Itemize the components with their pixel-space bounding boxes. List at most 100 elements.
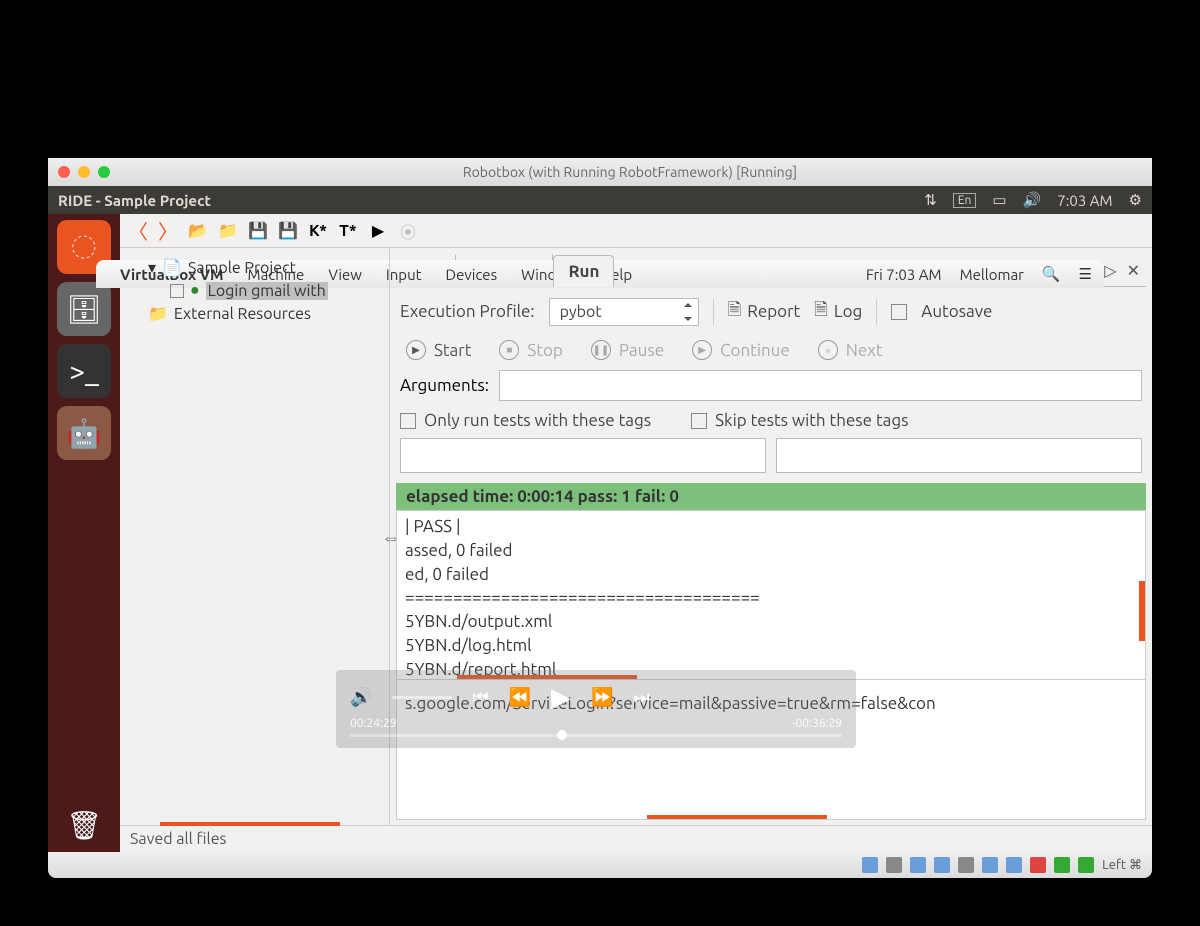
trash-icon[interactable]: 🗑 <box>57 798 111 852</box>
seek-bar[interactable] <box>350 734 842 737</box>
vm-status-bar: Left ⌘ <box>48 852 1152 878</box>
autosave-checkbox[interactable] <box>891 304 907 320</box>
tree-project-row[interactable]: ▾ 📄 Sample Project <box>128 256 381 279</box>
system-gear-icon[interactable]: ⚙ <box>1129 191 1142 209</box>
ubuntu-clock[interactable]: 7:03 AM <box>1057 192 1112 209</box>
only-tags-option[interactable]: Only run tests with these tags <box>400 411 651 430</box>
tree-testcase-row[interactable]: ● Login gmail with <box>128 279 381 302</box>
spotlight-icon[interactable]: 🔍 <box>1042 265 1061 283</box>
tab-next-icon[interactable]: ▷ <box>1104 261 1116 280</box>
skip-tags-option[interactable]: Skip tests with these tags <box>691 411 908 430</box>
vm-network-icon[interactable] <box>934 857 950 873</box>
skip-tags-input[interactable] <box>776 438 1142 473</box>
pause-button[interactable]: ❚❚Pause <box>591 340 664 360</box>
arguments-input[interactable] <box>499 370 1142 401</box>
prev-icon[interactable]: ⏮ <box>472 687 488 708</box>
volume-slider[interactable] <box>392 696 452 699</box>
vm-mouse-icon[interactable] <box>1054 857 1070 873</box>
mac-clock[interactable]: Fri 7:03 AM <box>866 266 942 283</box>
testcase-checkbox[interactable] <box>170 284 184 298</box>
open-folder-icon[interactable]: 📁 <box>218 221 238 241</box>
app-window-title: RIDE - Sample Project <box>58 192 908 209</box>
ride-statusbar: Saved all files <box>120 825 1152 852</box>
scrollbar-horizontal[interactable] <box>647 815 827 819</box>
keyboard-layout[interactable]: En <box>953 193 977 208</box>
console-line: assed, 0 failed <box>405 539 1137 563</box>
forward-icon[interactable]: ⏩ <box>591 687 613 708</box>
tab-close-icon[interactable]: ✕ <box>1127 261 1140 280</box>
vm-record-icon[interactable] <box>1030 857 1046 873</box>
unity-launcher: ◌ 🗄 >_ 🤖 🗑 <box>48 214 120 852</box>
ride-toolbar: 〈 〉 📂 📁 💾 💾 K* T* ▶ ⦿ <box>120 214 1152 248</box>
only-tags-checkbox[interactable] <box>400 413 416 429</box>
scrollbar-vertical[interactable] <box>1139 581 1145 641</box>
keyword-icon[interactable]: K* <box>308 221 328 241</box>
only-tags-input[interactable] <box>400 438 766 473</box>
console-line: | PASS | <box>405 515 1137 539</box>
open-file-icon[interactable]: 📂 <box>188 221 208 241</box>
save-icon[interactable]: 💾 <box>248 221 268 241</box>
scrollbar-horizontal[interactable] <box>160 822 340 826</box>
stop-button[interactable]: ■Stop <box>499 340 562 360</box>
vm-disk-icon[interactable] <box>862 857 878 873</box>
vm-usb-icon[interactable] <box>958 857 974 873</box>
vm-display-icon[interactable] <box>1006 857 1022 873</box>
menu-input[interactable]: Input <box>386 266 422 283</box>
tab-run[interactable]: Run <box>553 255 614 287</box>
maximize-window-button[interactable] <box>98 166 110 178</box>
play-icon[interactable]: ▶ <box>551 682 571 713</box>
mac-user[interactable]: Mellomar <box>960 266 1024 283</box>
run-status-bar: elapsed time: 0:00:14 pass: 1 fail: 0 <box>396 483 1146 510</box>
profile-label: Execution Profile: <box>400 302 535 321</box>
vm-optical-icon[interactable] <box>886 857 902 873</box>
profile-combo[interactable]: pybot <box>549 298 699 326</box>
network-icon[interactable]: ⇅ <box>924 191 937 209</box>
report-button[interactable]: 🗎Report <box>728 297 801 326</box>
robot-run-icon: ● <box>190 281 200 300</box>
next-icon[interactable]: ⏭ <box>633 687 649 708</box>
time-remaining: -00:36:29 <box>792 717 842 730</box>
video-player-overlay[interactable]: 🔊 ⏮ ⏪ ▶ ⏩ ⏭ 00:24:29 -00:36:29 <box>336 670 856 748</box>
console-line: ed, 0 failed <box>405 563 1137 587</box>
suite-icon: 📄 <box>162 258 182 277</box>
vm-title: Robotbox (with Running RobotFramework) [… <box>118 164 1142 180</box>
folder-icon: 📁 <box>148 304 168 323</box>
stop-small-icon[interactable]: ⦿ <box>398 221 418 241</box>
testcase-icon[interactable]: T* <box>338 221 358 241</box>
volume-icon[interactable]: 🔊 <box>1023 191 1042 209</box>
battery-icon[interactable]: ▭ <box>992 191 1006 209</box>
continue-button[interactable]: ▶Continue <box>692 340 790 360</box>
autosave-label: Autosave <box>921 302 992 321</box>
vm-keyboard-icon[interactable] <box>1078 857 1094 873</box>
rewind-icon[interactable]: ⏪ <box>509 687 531 708</box>
vm-shared-icon[interactable] <box>982 857 998 873</box>
menu-devices[interactable]: Devices <box>446 266 498 283</box>
run-small-icon[interactable]: ▶ <box>368 221 388 241</box>
save-all-icon[interactable]: 💾 <box>278 221 298 241</box>
nav-back-button[interactable]: 〈 <box>128 216 148 245</box>
report-page-icon: 🗎 <box>728 297 742 326</box>
tree-external-row[interactable]: 📁 External Resources <box>128 302 381 325</box>
time-elapsed: 00:24:29 <box>350 717 397 730</box>
start-button[interactable]: ▶Start <box>406 340 471 360</box>
files-icon[interactable]: 🗄 <box>57 282 111 336</box>
run-console[interactable]: | PASS | assed, 0 failed ed, 0 failed ==… <box>396 510 1146 680</box>
minimize-window-button[interactable] <box>78 166 90 178</box>
nav-forward-button[interactable]: 〉 <box>158 216 178 245</box>
mute-icon[interactable]: 🔊 <box>350 687 372 708</box>
close-window-button[interactable] <box>58 166 70 178</box>
collapse-icon[interactable]: ▾ <box>148 258 156 277</box>
ubuntu-top-panel: RIDE - Sample Project ⇅ En ▭ 🔊 7:03 AM ⚙ <box>48 186 1152 214</box>
terminal-icon[interactable]: >_ <box>57 344 111 398</box>
log-button[interactable]: 🗎Log <box>814 297 862 326</box>
vm-window-titlebar: Robotbox (with Running RobotFramework) [… <box>48 158 1152 186</box>
console-line: 5YBN.d/log.html <box>405 634 1137 658</box>
console-line: ===================================== <box>405 586 1137 610</box>
vm-host-key: Left ⌘ <box>1102 858 1142 873</box>
skip-tags-checkbox[interactable] <box>691 413 707 429</box>
menu-icon[interactable]: ☰ <box>1079 265 1092 283</box>
console-line: 5YBN.d/output.xml <box>405 610 1137 634</box>
robot-app-icon[interactable]: 🤖 <box>57 406 111 460</box>
vm-audio-icon[interactable] <box>910 857 926 873</box>
next-button[interactable]: »Next <box>818 340 883 360</box>
